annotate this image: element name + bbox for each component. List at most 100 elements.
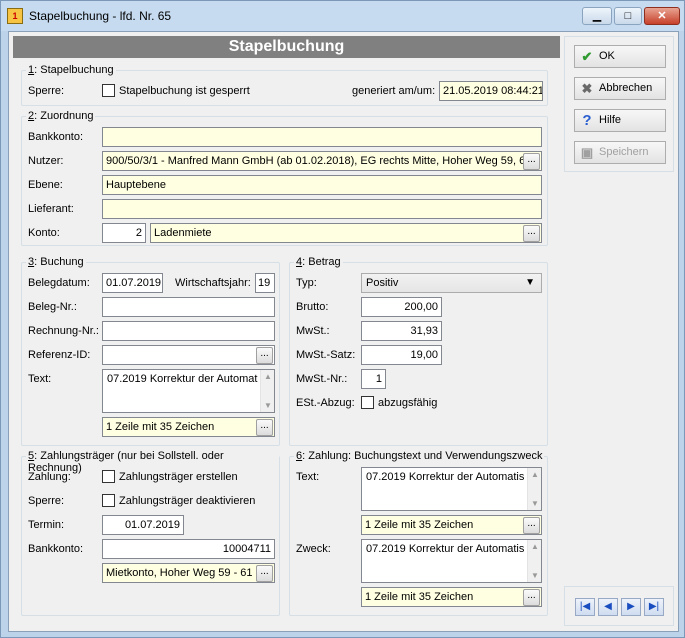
chevron-down-icon: ▼ (525, 277, 535, 288)
help-icon: ? (582, 112, 592, 129)
nutzer-field[interactable]: 900/50/3/1 - Manfred Mann GmbH (ab 01.02… (102, 151, 542, 171)
nutzer-browse-button[interactable]: ... (523, 153, 540, 170)
mwstnr-field[interactable]: 1 (361, 369, 386, 389)
ok-button[interactable]: ✔ OK (574, 45, 666, 68)
group-title-zuordnung: 2: Zuordnung (26, 110, 96, 122)
memo-scrollbar[interactable]: ▲ ▼ (527, 468, 541, 510)
scroll-down-icon: ▼ (264, 401, 272, 410)
scroll-down-icon: ▼ (531, 499, 539, 508)
close-button[interactable]: ✕ (644, 7, 680, 25)
zweck-info: 1 Zeile mit 35 Zeichen (361, 587, 542, 607)
group-title-betrag: 4: Betrag (294, 256, 343, 268)
zt-sperre-label: Sperre: (28, 495, 65, 507)
previous-record-button[interactable]: ◀ (598, 598, 618, 616)
buchung-text-info: 1 Zeile mit 35 Zeichen (102, 417, 275, 437)
wirtschaftsjahr-field[interactable]: 19 (255, 273, 275, 293)
stapelbuchung-window: 1 Stapelbuchung - lfd. Nr. 65 ▁ □ ✕ Stap… (0, 0, 685, 638)
rechnungnr-field[interactable] (102, 321, 275, 341)
zt-bankkonto-field[interactable]: 10004711 (102, 539, 275, 559)
gesperrt-checkbox[interactable] (102, 84, 115, 97)
ok-label: OK (599, 50, 615, 62)
typ-select[interactable]: Positiv ▼ (361, 273, 542, 293)
termin-field[interactable]: 01.07.2019 (102, 515, 184, 535)
zahlung-label: Zahlung: (28, 471, 71, 483)
abbrechen-button[interactable]: ✖ Abbrechen (574, 77, 666, 100)
abzug-checkbox[interactable] (361, 396, 374, 409)
zahlung-text-browse-button[interactable]: ... (523, 517, 540, 534)
termin-label: Termin: (28, 519, 65, 531)
rechnungnr-label: Rechnung-Nr.: (28, 325, 99, 337)
deaktivieren-checkbox[interactable] (102, 494, 115, 507)
zt-bankkonto-name-field[interactable]: Mietkonto, Hoher Weg 59 - 61 (102, 563, 275, 583)
mwstsatz-field[interactable]: 19,00 (361, 345, 442, 365)
konto-name-field[interactable]: Ladenmiete (150, 223, 542, 243)
zweck-label: Zweck: (296, 543, 331, 555)
mwstnr-label: MwSt.-Nr.: (296, 373, 348, 385)
group-title-stapelbuchung: 1: Stapelbuchung (26, 64, 116, 76)
zahlung-text-info: 1 Zeile mit 35 Zeichen (361, 515, 542, 535)
generiert-label: generiert am/um: (352, 85, 436, 97)
zweck-browse-button[interactable]: ... (523, 589, 540, 606)
z-text-label: Text: (296, 471, 320, 483)
title-bar[interactable]: 1 Stapelbuchung - lfd. Nr. 65 ▁ □ ✕ (1, 1, 684, 31)
group-title-buchungstext: 6: Zahlung: Buchungstext und Verwendungs… (294, 450, 545, 462)
wirtschaftsjahr-label: Wirtschaftsjahr: (175, 277, 251, 289)
zahlung-text-memo[interactable]: 07.2019 Korrektur der Automatis ▲ ▼ (361, 467, 542, 511)
brutto-field[interactable]: 200,00 (361, 297, 442, 317)
zt-bankkonto-browse-button[interactable]: ... (256, 565, 273, 582)
hilfe-button[interactable]: ? Hilfe (574, 109, 666, 132)
brutto-label: Brutto: (296, 301, 329, 313)
belegnr-label: Beleg-Nr.: (28, 301, 77, 313)
speichern-label: Speichern (599, 146, 649, 158)
group-zuordnung: 2: Zuordnung Bankkonto: Nutzer: 900/50/3… (21, 110, 548, 246)
scroll-down-icon: ▼ (531, 571, 539, 580)
next-record-button[interactable]: ▶ (621, 598, 641, 616)
referenz-browse-button[interactable]: ... (256, 347, 273, 364)
belegdatum-field[interactable]: 01.07.2019 (102, 273, 163, 293)
record-navigation: |◀ ◀ ▶ ▶| (564, 586, 674, 626)
konto-label: Konto: (28, 227, 60, 239)
lieferant-field[interactable] (102, 199, 542, 219)
generiert-field[interactable]: 21.05.2019 08:44:21 (439, 81, 543, 101)
scroll-up-icon: ▲ (531, 470, 539, 479)
dialog-client-area: Stapelbuchung 1: Stapelbuchung Sperre: S… (8, 31, 679, 632)
bankkonto-label: Bankkonto: (28, 131, 84, 143)
buchung-text-memo[interactable]: 07.2019 Korrektur der Automat ▲ ▼ (102, 369, 275, 413)
maximize-button[interactable]: □ (614, 7, 642, 25)
nutzer-label: Nutzer: (28, 155, 64, 167)
abbrechen-label: Abbrechen (599, 82, 653, 94)
referenz-label: Referenz-ID: (28, 349, 91, 361)
app-icon: 1 (7, 8, 23, 24)
buchung-text-browse-button[interactable]: ... (256, 419, 273, 436)
memo-scrollbar[interactable]: ▲ ▼ (527, 540, 541, 582)
hilfe-label: Hilfe (599, 114, 622, 126)
last-record-button[interactable]: ▶| (644, 598, 664, 616)
erstellen-label: Zahlungsträger erstellen (119, 471, 238, 483)
mwst-label: MwSt.: (296, 325, 330, 337)
konto-number-field[interactable]: 2 (102, 223, 146, 243)
konto-browse-button[interactable]: ... (523, 225, 540, 242)
zt-bankkonto-label: Bankkonto: (28, 543, 84, 555)
save-icon: ▣ (580, 145, 594, 160)
mwstsatz-label: MwSt.-Satz: (296, 349, 356, 361)
bankkonto-field[interactable] (102, 127, 542, 147)
referenz-field[interactable] (102, 345, 275, 365)
belegdatum-label: Belegdatum: (28, 277, 90, 289)
belegnr-field[interactable] (102, 297, 275, 317)
cancel-icon: ✖ (581, 81, 593, 96)
group-betrag: 4: Betrag Typ: Positiv ▼ Brutto: 200,00 M… (289, 256, 548, 446)
gesperrt-label: Stapelbuchung ist gesperrt (119, 85, 250, 97)
scroll-up-icon: ▲ (531, 542, 539, 551)
memo-scrollbar[interactable]: ▲ ▼ (260, 370, 274, 412)
abzug-label: abzugsfähig (378, 397, 438, 409)
ebene-field[interactable]: Hauptebene (102, 175, 542, 195)
first-record-button[interactable]: |◀ (575, 598, 595, 616)
erstellen-checkbox[interactable] (102, 470, 115, 483)
mwst-field[interactable]: 31,93 (361, 321, 442, 341)
speichern-button[interactable]: ▣ Speichern (574, 141, 666, 164)
lieferant-label: Lieferant: (28, 203, 74, 215)
text-label: Text: (28, 373, 52, 385)
minimize-button[interactable]: ▁ (582, 7, 612, 25)
zweck-memo[interactable]: 07.2019 Korrektur der Automatis ▲ ▼ (361, 539, 542, 583)
scroll-up-icon: ▲ (264, 372, 272, 381)
